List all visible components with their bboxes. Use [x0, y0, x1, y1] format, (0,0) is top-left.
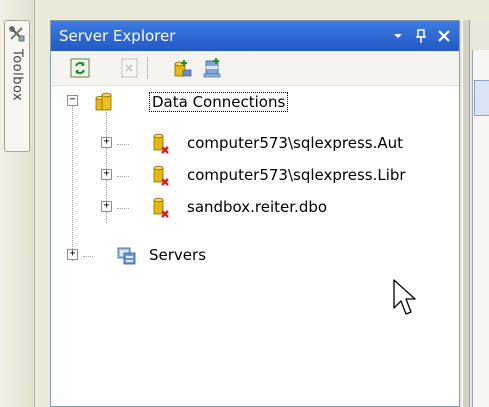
connect-to-server-icon[interactable] — [201, 57, 223, 79]
tree-node-label[interactable]: sandbox.reiter.dbo — [187, 198, 327, 216]
server-tree: − Data Connections + computer573\sqlexpr… — [51, 85, 459, 405]
stop-icon[interactable] — [119, 57, 141, 79]
server-explorer-panel: Server Explorer − Data Connections + com… — [50, 20, 460, 407]
tree-node-connection[interactable]: + computer573\sqlexpress.Libr — [51, 163, 459, 189]
tree-node-label[interactable]: Data Connections — [149, 92, 289, 112]
tree-node-label[interactable]: Servers — [149, 246, 206, 264]
mouse-cursor-icon — [393, 279, 416, 315]
tree-node-label[interactable]: computer573\sqlexpress.Libr — [187, 166, 406, 184]
toolbox-icon — [9, 26, 25, 42]
toolbox-strip: Toolbox — [0, 0, 35, 407]
expand-toggle[interactable]: + — [67, 249, 78, 260]
collapse-toggle[interactable]: − — [67, 95, 78, 106]
toolbox-tab[interactable]: Toolbox — [4, 20, 30, 152]
tree-node-connection[interactable]: + computer573\sqlexpress.Aut — [51, 131, 459, 157]
toolbar — [51, 51, 459, 86]
toolbar-separator — [147, 57, 148, 79]
splitter[interactable] — [462, 20, 470, 407]
data-connections-icon — [95, 92, 112, 111]
close-button[interactable] — [434, 26, 454, 46]
database-error-icon — [153, 133, 169, 154]
panel-title: Server Explorer — [59, 27, 176, 45]
refresh-icon[interactable] — [69, 57, 91, 79]
database-error-icon — [153, 197, 169, 218]
connect-to-database-icon[interactable] — [171, 57, 193, 79]
expand-toggle[interactable]: + — [101, 169, 112, 180]
top-edge — [34, 0, 489, 20]
chevron-down-icon — [394, 34, 402, 38]
pin-icon — [416, 29, 426, 43]
database-error-icon — [153, 165, 169, 186]
title-bar: Server Explorer — [51, 21, 459, 51]
servers-icon — [117, 247, 136, 265]
expand-toggle[interactable]: + — [101, 201, 112, 212]
close-icon — [438, 30, 450, 42]
tree-node-servers[interactable]: + Servers — [51, 243, 459, 269]
tree-node-data-connections[interactable]: − Data Connections — [51, 89, 459, 115]
expand-toggle[interactable]: + — [101, 137, 112, 148]
tree-node-connection[interactable]: + sandbox.reiter.dbo — [51, 195, 459, 221]
auto-hide-pin-button[interactable] — [411, 26, 431, 46]
document-tab-edge[interactable] — [474, 80, 489, 116]
tree-node-label[interactable]: computer573\sqlexpress.Aut — [187, 134, 403, 152]
toolbox-label: Toolbox — [9, 49, 25, 102]
window-position-dropdown[interactable] — [388, 26, 408, 46]
